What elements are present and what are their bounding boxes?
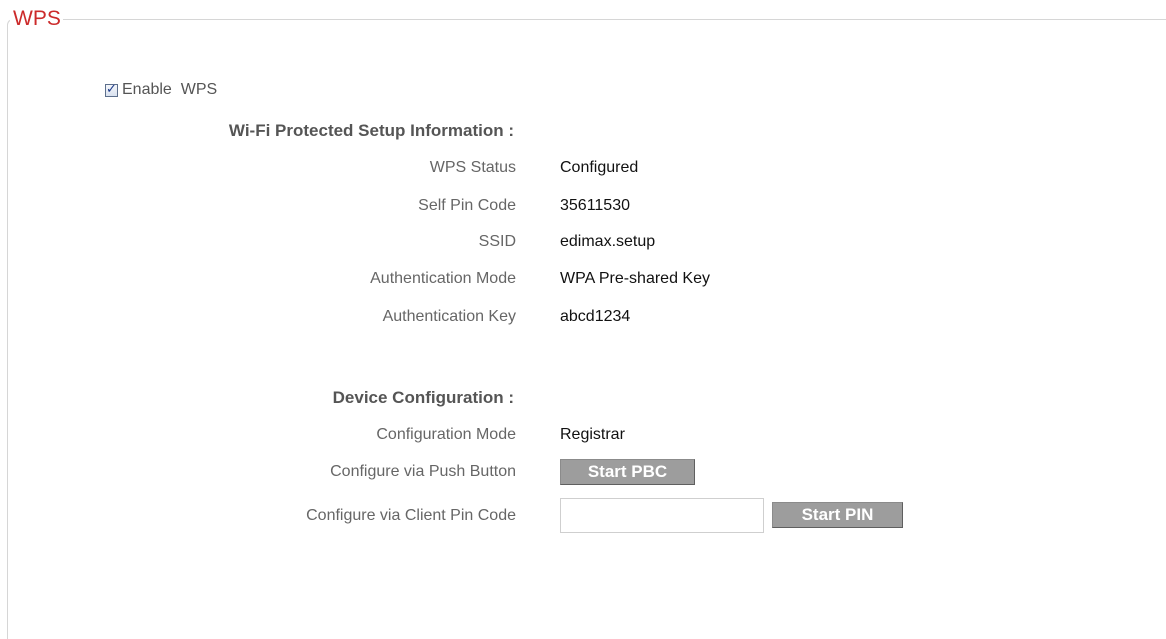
push-button-label: Configure via Push Button [330,463,516,480]
auth-key-value: abcd1234 [560,308,631,325]
client-pin-input[interactable] [560,498,764,533]
start-pin-button[interactable]: Start PIN [772,502,903,528]
ssid-value: edimax.setup [560,233,656,250]
wps-status-label: WPS Status [429,159,516,176]
enable-wps-checkbox[interactable]: ✓ [105,80,118,97]
device-config-title: Device Configuration : [332,388,514,407]
config-mode-value: Registrar [560,426,625,443]
auth-mode-value: WPA Pre-shared Key [560,270,710,287]
wps-fieldset [7,19,1166,639]
config-mode-label: Configuration Mode [376,426,516,443]
ssid-label: SSID [478,233,516,250]
self-pin-code-label: Self Pin Code [418,197,516,214]
checkmark-icon: ✓ [106,80,117,96]
self-pin-code-value: 35611530 [560,197,630,214]
enable-wps-label[interactable]: Enable WPS [122,81,217,99]
auth-key-label: Authentication Key [382,308,516,325]
start-pbc-button[interactable]: Start PBC [560,459,695,485]
client-pin-label: Configure via Client Pin Code [306,507,516,524]
auth-mode-label: Authentication Mode [370,270,516,287]
wps-status-value: Configured [560,159,639,176]
wps-info-title: Wi-Fi Protected Setup Information : [228,121,514,140]
enable-wps-row[interactable]: ✓ Enable WPS [105,81,217,99]
section-legend: WPS [10,4,63,34]
